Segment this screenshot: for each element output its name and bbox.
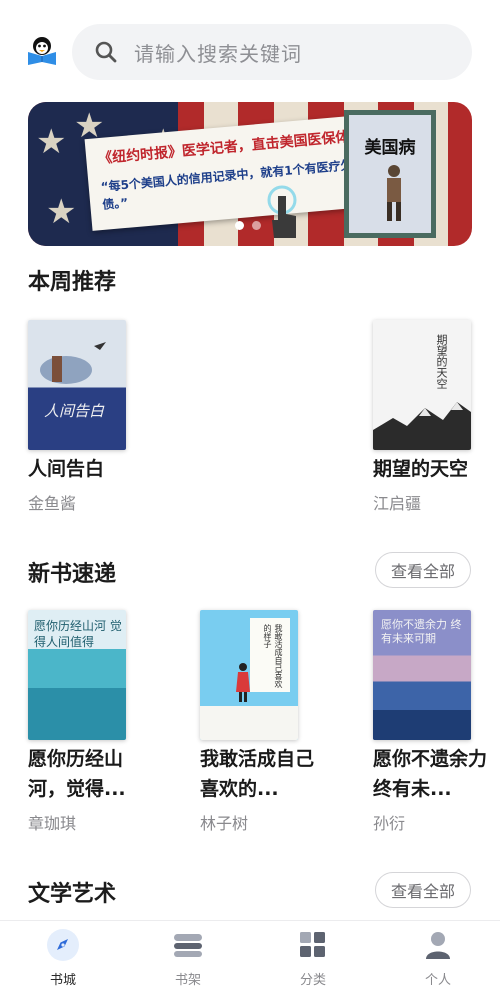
section-title-new-books: 新书速递 <box>28 562 117 587</box>
book-author: 章珈琪 <box>28 814 77 833</box>
top-header: 请输入搜索关键词 <box>0 0 500 100</box>
banner-book-title: 美国病 <box>364 138 416 158</box>
cover-illustration <box>40 342 106 384</box>
category-grid-icon <box>297 929 329 961</box>
app-logo-icon[interactable] <box>26 36 58 66</box>
figure-icon <box>387 165 401 221</box>
cover-title: 期望的天空 <box>435 334 448 389</box>
promo-banner[interactable]: ★ ★ ★ ★ ★ 《纽约时报》医学记者，直击美国医保体制之痛！ “每5个美国人… <box>28 102 472 246</box>
see-all-button[interactable]: 查看全部 <box>375 552 471 588</box>
cover-title: 愿你历经山河 觉得人间值得 <box>34 619 122 649</box>
cover-paper: 我敢活成自己喜欢的样子 <box>250 618 290 692</box>
cover-bottom <box>373 710 471 740</box>
star-icon: ★ <box>36 122 67 162</box>
person-illustration <box>236 663 250 702</box>
book-title[interactable]: 愿你不遗余力 终有未... <box>373 744 500 804</box>
cover-title: 人间告白 <box>44 402 105 420</box>
search-bar[interactable]: 请输入搜索关键词 <box>72 24 472 80</box>
compass-icon <box>47 929 79 961</box>
book-title[interactable]: 期望的天空 <box>373 454 500 484</box>
tab-label: 分类 <box>299 973 326 988</box>
book-card[interactable]: 愿你不遗余力 终有未来可期 愿你不遗余力 终有未... 孙衍 <box>373 610 487 834</box>
see-all-button[interactable]: 查看全部 <box>375 872 471 908</box>
book-cover[interactable]: 期望的天空 <box>373 320 471 450</box>
tab-bookshelf[interactable]: 书架 <box>138 929 238 988</box>
tab-profile[interactable]: 个人 <box>388 929 488 988</box>
pointing-hand-icon <box>267 185 297 238</box>
section-title-literature: 文学艺术 <box>28 882 117 907</box>
banner-book-cover: 美国病 <box>344 110 436 238</box>
book-title[interactable]: 愿你历经山河，觉得... <box>28 744 158 804</box>
star-icon: ★ <box>46 192 77 232</box>
cover-bottom <box>200 706 298 740</box>
carousel-dot[interactable] <box>252 221 261 230</box>
section-title-weekly: 本周推荐 <box>28 270 117 295</box>
search-icon <box>95 41 117 63</box>
book-author: 金鱼酱 <box>28 494 77 513</box>
book-card[interactable]: 愿你历经山河 觉得人间值得 愿你历经山河，觉得... 章珈琪 <box>28 610 128 834</box>
search-placeholder: 请输入搜索关键词 <box>134 41 302 66</box>
mountain-illustration <box>373 402 471 450</box>
book-author: 林子树 <box>200 814 249 833</box>
book-title[interactable]: 我敢活成自己喜欢的... <box>200 744 330 804</box>
book-cover[interactable]: 愿你不遗余力 终有未来可期 <box>373 610 471 740</box>
cover-title: 愿你不遗余力 终有未来可期 <box>381 618 462 645</box>
person-icon <box>422 929 454 961</box>
book-card[interactable]: 人间告白 人间告白 金鱼酱 <box>28 320 128 514</box>
carousel-dots <box>235 221 261 230</box>
book-card[interactable]: 我敢活成自己喜欢的样子 我敢活成自己喜欢的... 林子树 <box>200 610 314 834</box>
tab-label: 书架 <box>174 973 201 988</box>
bookshelf-icon <box>172 929 204 961</box>
book-author: 孙衍 <box>373 814 406 833</box>
tab-bookstore[interactable]: 书城 <box>13 929 113 988</box>
book-cover[interactable]: 我敢活成自己喜欢的样子 <box>200 610 298 740</box>
tab-label: 个人 <box>424 973 451 988</box>
book-cover[interactable]: 愿你历经山河 觉得人间值得 <box>28 610 126 740</box>
book-title[interactable]: 人间告白 <box>28 454 158 484</box>
book-cover[interactable]: 人间告白 <box>28 320 126 450</box>
book-card[interactable]: 期望的天空 期望的天空 江启疆 <box>373 320 473 514</box>
tab-label: 书城 <box>49 973 76 988</box>
cover-title: 我敢活成自己喜欢的样子 <box>263 624 283 688</box>
carousel-dot-active[interactable] <box>235 221 244 230</box>
book-author: 江启疆 <box>373 494 422 513</box>
tab-category[interactable]: 分类 <box>263 929 363 988</box>
bottom-tab-bar: 书城 书架 分类 个人 <box>0 920 500 990</box>
